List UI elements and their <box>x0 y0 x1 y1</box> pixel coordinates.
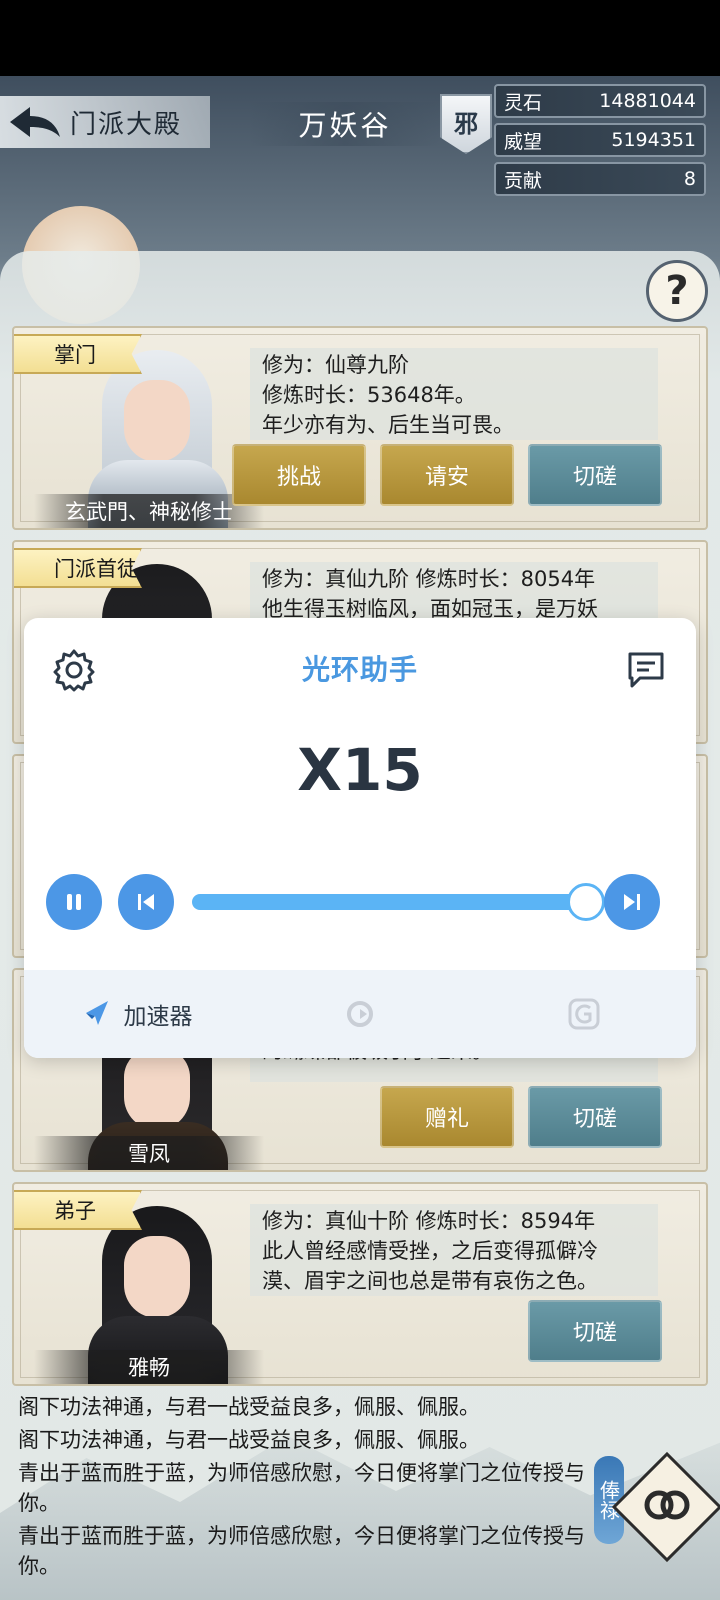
rocket-icon <box>85 1001 108 1025</box>
stat-value: 14881044 <box>599 90 696 112</box>
stat-contribution: 贡献 8 <box>494 162 706 196</box>
back-label: 门派大殿 <box>70 109 183 140</box>
skip-back-icon <box>138 894 154 910</box>
spar-button[interactable]: 切磋 <box>528 1300 662 1362</box>
member-name: 雪凤 <box>34 1136 264 1170</box>
member-card-leader: 掌门 玄武門、神秘修士 修为：仙尊九阶 修炼时长：53648年。 年少亦有为、后… <box>12 326 708 530</box>
refresh-icon <box>347 1001 373 1027</box>
greet-button[interactable]: 请安 <box>380 444 514 506</box>
assistant-tabbar: 加速器 <box>24 970 696 1058</box>
back-arrow-icon <box>0 96 70 148</box>
spar-button[interactable]: 切磋 <box>528 1086 662 1148</box>
stat-label: 灵石 <box>504 91 543 114</box>
pause-button[interactable] <box>46 874 102 930</box>
tab-refresh[interactable] <box>248 997 472 1031</box>
desc-line: 修为：真仙九阶 修炼时长：8054年 <box>262 567 596 591</box>
stat-spirit-stone: 灵石 14881044 <box>494 84 706 118</box>
member-description: 修为：真仙十阶 修炼时长：8594年 此人曾经感情受挫，之后变得孤僻冷 漠、眉宇… <box>250 1204 658 1296</box>
speed-slider-handle[interactable] <box>567 883 605 921</box>
stat-value: 8 <box>683 168 696 190</box>
rank-tag: 掌门 <box>14 334 142 374</box>
member-name: 玄武門、神秘修士 <box>34 494 264 528</box>
speed-down-button[interactable] <box>118 874 174 930</box>
chat-line: 青出于蓝而胜于蓝，为师倍感欣慰，今日便将掌门之位传授与你。 <box>18 1524 585 1578</box>
member-description: 修为：仙尊九阶 修炼时长：53648年。 年少亦有为、后生当可畏。 <box>250 348 658 440</box>
g-icon <box>568 998 600 1030</box>
chat-log: 阁下功法神通，与君一战受益良多，佩服、佩服。 阁下功法神通，与君一战受益良多，佩… <box>18 1392 598 1584</box>
desc-line: 年少亦有为、后生当可畏。 <box>262 413 514 437</box>
spar-button[interactable]: 切磋 <box>528 444 662 506</box>
desc-line: 修为：仙尊九阶 <box>262 353 409 377</box>
tab-g[interactable] <box>472 997 696 1031</box>
skip-forward-icon <box>624 894 640 910</box>
stat-value: 5194351 <box>611 129 696 151</box>
chat-line: 阁下功法神通，与君一战受益良多，佩服、佩服。 <box>18 1395 480 1419</box>
assistant-overlay: 光环助手 X15 加速器 <box>24 618 696 1058</box>
rank-tag: 门派首徒 <box>14 548 142 588</box>
coin-icon <box>642 1480 692 1534</box>
pause-icon <box>67 894 81 910</box>
help-button[interactable]: ? <box>646 260 708 322</box>
feedback-message-icon[interactable] <box>624 648 668 692</box>
desc-line: 修炼时长：53648年。 <box>262 383 476 407</box>
gift-button[interactable]: 赠礼 <box>380 1086 514 1148</box>
portrait-face <box>124 380 190 462</box>
desc-line: 漠、眉宇之间也总是带有哀伤之色。 <box>262 1269 598 1293</box>
sect-title-bar: 万妖谷 <box>250 102 440 146</box>
chat-line: 阁下功法神通，与君一战受益良多，佩服、佩服。 <box>18 1428 480 1452</box>
chat-line: 青出于蓝而胜于蓝，为师倍感欣慰，今日便将掌门之位传授与你。 <box>18 1461 585 1515</box>
member-name: 雅畅 <box>34 1350 264 1384</box>
desc-line: 此人曾经感情受挫，之后变得孤僻冷 <box>262 1239 598 1263</box>
alignment-badge: 邪 <box>440 94 492 154</box>
rank-tag: 弟子 <box>14 1190 142 1230</box>
speed-slider-track[interactable] <box>192 894 586 910</box>
resource-stats: 灵石 14881044 威望 5194351 贡献 8 <box>494 84 706 201</box>
desc-line: 修为：真仙十阶 修炼时长：8594年 <box>262 1209 596 1233</box>
speed-multiplier: X15 <box>297 736 423 804</box>
stat-prestige: 威望 5194351 <box>494 123 706 157</box>
member-card-disciple: 弟子 雅畅 修为：真仙十阶 修炼时长：8594年 此人曾经感情受挫，之后变得孤僻… <box>12 1182 708 1386</box>
tab-accelerator[interactable]: 加速器 <box>24 997 248 1031</box>
speed-up-button[interactable] <box>604 874 660 930</box>
overlay-title: 光环助手 <box>301 653 418 686</box>
sect-name: 万妖谷 <box>298 109 392 142</box>
back-button[interactable]: 门派大殿 <box>0 96 210 148</box>
portrait-face <box>124 1236 190 1318</box>
challenge-button[interactable]: 挑战 <box>232 444 366 506</box>
stat-label: 贡献 <box>504 169 543 192</box>
portrait-face <box>124 1048 190 1130</box>
tab-label: 加速器 <box>123 1004 193 1030</box>
stat-label: 威望 <box>504 130 543 153</box>
